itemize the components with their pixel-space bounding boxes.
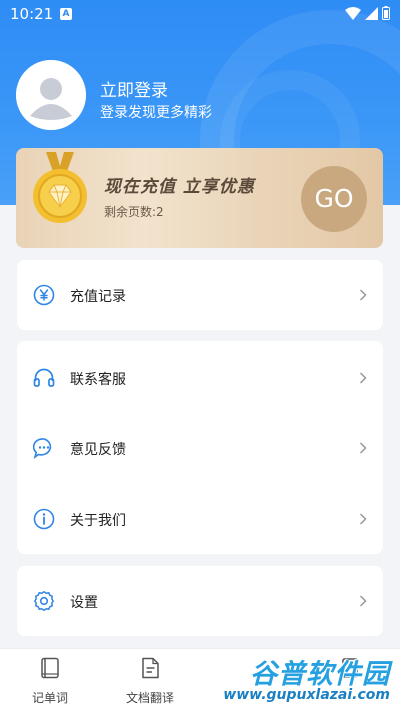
notification-icon: A [60, 8, 72, 20]
tab-label: 文档翻译 [125, 691, 174, 705]
watermark-title: 谷普软件园 [250, 659, 390, 690]
status-bar: 10:21 A [0, 0, 400, 28]
login-title[interactable]: 立即登录 [100, 76, 168, 101]
menu-item-recharge-records[interactable]: 充值记录 [17, 260, 383, 330]
status-icons [345, 6, 390, 20]
chevron-right-icon [359, 372, 367, 384]
watermark-logo: 谷普软件园 www.gupuxlazai.com [212, 652, 396, 708]
diamond-medal-icon [33, 152, 87, 223]
watermark-url: www.gupuxlazai.com [223, 687, 390, 703]
go-button[interactable]: GO [301, 166, 367, 232]
menu-item-settings[interactable]: 设置 [17, 566, 383, 636]
service-card: 联系客服 意见反馈 关于我们 [17, 341, 383, 554]
battery-icon [382, 6, 390, 20]
menu-label: 充值记录 [70, 289, 126, 305]
headset-icon [33, 368, 55, 387]
wifi-icon [345, 6, 361, 20]
user-placeholder-icon [16, 60, 86, 130]
login-profile[interactable]: 立即登录 登录发现更多精彩 [16, 60, 384, 132]
menu-item-feedback[interactable]: 意见反馈 [17, 413, 383, 483]
menu-label: 设置 [70, 595, 98, 611]
tab-document-translation[interactable]: 文档翻译 [100, 649, 200, 711]
promo-slogan: 现在充值 立享优惠 [104, 177, 255, 197]
signal-icon [365, 6, 378, 20]
menu-item-contact-support[interactable]: 联系客服 [17, 343, 383, 413]
settings-card: 设置 [17, 566, 383, 636]
chevron-right-icon [359, 442, 367, 454]
chevron-right-icon [359, 595, 367, 607]
tab-label: 记单词 [31, 691, 68, 705]
yen-icon [33, 284, 55, 306]
login-subtitle: 登录发现更多精彩 [100, 105, 212, 121]
chevron-right-icon [359, 289, 367, 301]
document-icon [142, 657, 159, 679]
remaining-pages: 剩余页数:2 [104, 205, 164, 219]
menu-label: 联系客服 [70, 372, 126, 388]
avatar[interactable] [16, 60, 86, 130]
status-time: 10:21 [10, 5, 54, 23]
recharge-promo-banner[interactable]: 现在充值 立享优惠 剩余页数:2 GO [16, 148, 383, 248]
info-icon [33, 508, 55, 530]
chevron-right-icon [359, 513, 367, 525]
tab-vocabulary[interactable]: 记单词 [0, 649, 100, 711]
chat-bubble-icon [33, 438, 52, 459]
gear-icon [34, 591, 54, 611]
recharge-card: 充值记录 [17, 260, 383, 330]
menu-label: 关于我们 [70, 513, 126, 529]
book-icon [41, 657, 59, 679]
menu-label: 意见反馈 [70, 442, 126, 458]
menu-item-about-us[interactable]: 关于我们 [17, 484, 383, 554]
